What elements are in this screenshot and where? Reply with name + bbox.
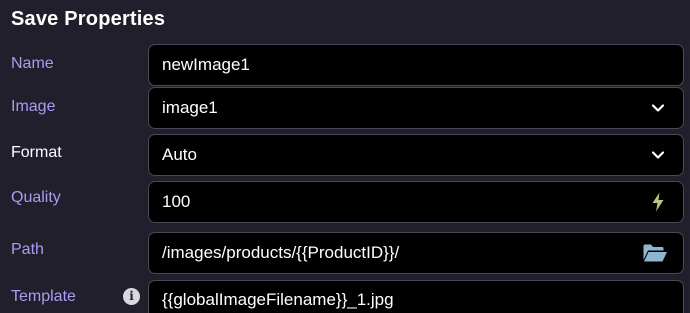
folder-open-icon[interactable] — [641, 242, 669, 264]
template-input[interactable]: {{globalImageFilename}}_1.jpg — [148, 280, 684, 313]
image-select[interactable]: image1 — [148, 87, 684, 129]
template-label: Template — [11, 288, 76, 305]
info-icon[interactable]: i — [123, 288, 140, 305]
format-select-value: Auto — [162, 145, 197, 164]
chevron-down-icon[interactable] — [647, 144, 669, 166]
chevron-down-icon[interactable] — [647, 97, 669, 119]
path-input[interactable]: /images/products/{{ProductID}}/ — [148, 232, 684, 274]
path-input-value: /images/products/{{ProductID}}/ — [162, 243, 400, 262]
save-properties-panel: Save Properties Name newImage1 Image ima… — [0, 0, 690, 313]
quality-input-value: 100 — [162, 192, 191, 211]
name-label: Name — [11, 55, 54, 72]
panel-title: Save Properties — [11, 8, 166, 30]
lightning-icon[interactable] — [647, 191, 669, 213]
path-label: Path — [11, 241, 44, 258]
name-input[interactable]: newImage1 — [148, 44, 684, 86]
quality-input[interactable]: 100 — [148, 181, 684, 223]
format-select[interactable]: Auto — [148, 134, 684, 176]
image-label: Image — [11, 98, 56, 115]
image-select-value: image1 — [162, 98, 218, 117]
name-input-value: newImage1 — [162, 55, 250, 74]
template-input-value: {{globalImageFilename}}_1.jpg — [162, 290, 394, 309]
quality-label: Quality — [11, 189, 61, 206]
format-label: Format — [11, 144, 62, 161]
